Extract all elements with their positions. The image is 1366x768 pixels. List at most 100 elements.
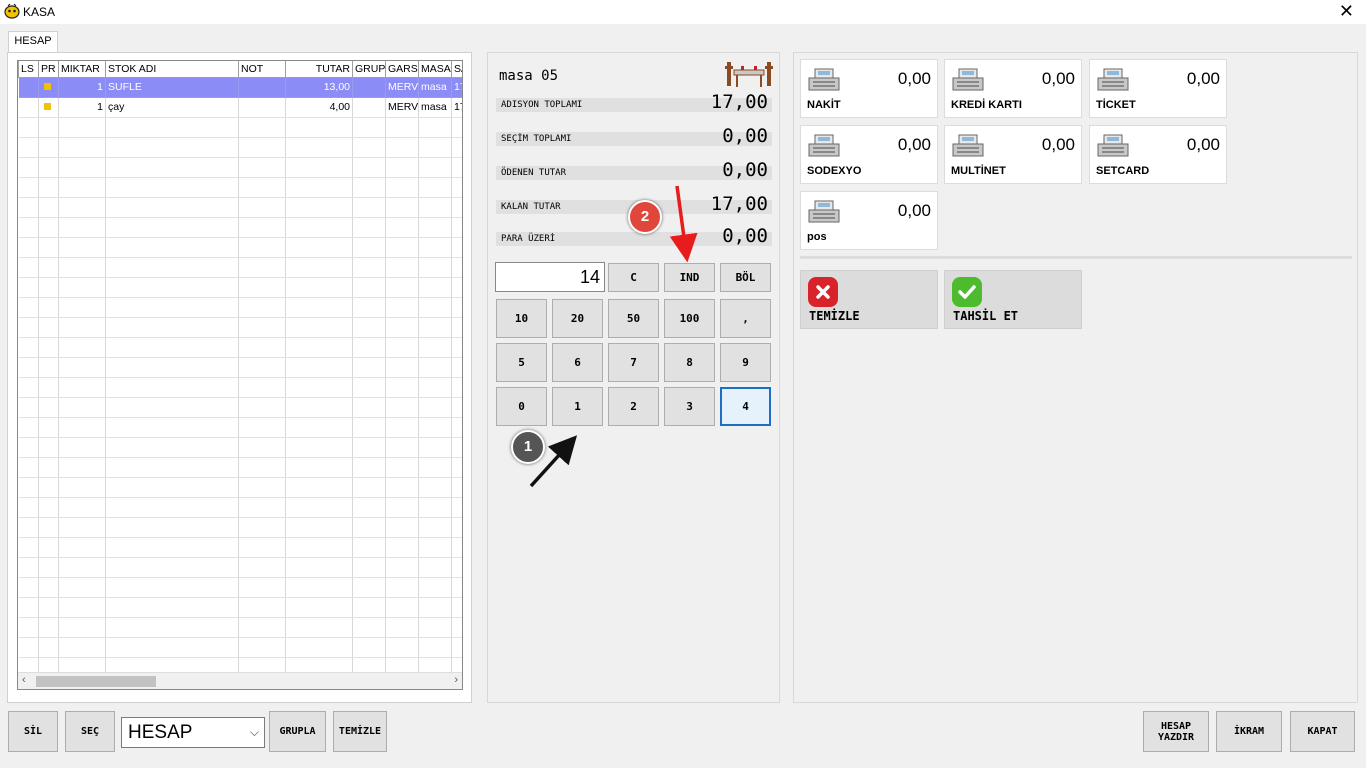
keypad-0-button[interactable]: 0 [496,387,547,426]
empty-table-row [18,597,462,618]
payment-ticket-button[interactable]: 0,00 TİCKET [1089,59,1227,118]
keypad-100-button[interactable]: 100 [664,299,715,338]
summary-value: 0,00 [722,225,768,247]
table-row[interactable]: 1 çay 4,00 MERVI masa 17 [18,97,462,118]
keypad-comma-button[interactable]: , [720,299,771,338]
keypad-1-button[interactable]: 1 [552,387,603,426]
grid-horizontal-scrollbar[interactable]: ‹ › [18,672,462,689]
empty-table-row [18,297,462,318]
delete-button[interactable]: SİL [8,711,58,752]
payment-multinet-button[interactable]: 0,00 MULTİNET [944,125,1082,184]
group-button[interactable]: GRUPLA [269,711,326,752]
keypad-7-button[interactable]: 7 [608,343,659,382]
keypad-10-button[interactable]: 10 [496,299,547,338]
keypad-50-button[interactable]: 50 [608,299,659,338]
cash-register-icon [808,200,840,223]
payment-label: SETCARD [1096,165,1150,177]
print-bill-label-line2: YAZDIR [1157,731,1195,743]
cell-masa: masa [418,77,452,98]
collect-payment-button[interactable]: TAHSİL ET [944,270,1082,329]
payment-amount: 0,00 [1186,69,1220,88]
payment-amount: 0,00 [1041,135,1075,154]
empty-table-row [18,457,462,478]
empty-table-row [18,257,462,278]
cash-register-icon [808,68,840,91]
col-stok-adi[interactable]: STOK ADI [105,61,239,78]
col-gars[interactable]: GARS [385,61,419,78]
cell-gars: MERVI [385,97,419,118]
keypad-6-button[interactable]: 6 [552,343,603,382]
keypad-9-button[interactable]: 9 [720,343,771,382]
amount-input[interactable]: 14 [495,262,605,292]
col-grup[interactable]: GRUP [352,61,386,78]
payment-sodexyo-button[interactable]: 0,00 SODEXYO [800,125,938,184]
cell-not [238,97,286,118]
summary-value: 0,00 [722,159,768,181]
keypad-bol-button[interactable]: BÖL [720,263,771,292]
col-masa[interactable]: MASA [418,61,452,78]
keypad-8-button[interactable]: 8 [664,343,715,382]
col-pr[interactable]: PR [38,61,59,78]
empty-table-row [18,517,462,538]
col-sa[interactable]: SA [451,61,462,78]
cell-stok: çay [105,97,239,118]
tab-hesap[interactable]: HESAP [8,31,58,52]
summary-odenen-tutar: ÖDENEN TUTAR 0,00 [496,159,772,181]
payment-setcard-button[interactable]: 0,00 SETCARD [1089,125,1227,184]
clear-payment-button[interactable]: TEMİZLE [800,270,938,329]
complimentary-button[interactable]: İKRAM [1216,711,1282,752]
payment-pos-button[interactable]: 0,00 pos [800,191,938,250]
cash-register-icon [952,68,984,91]
print-bill-label-line1: HESAP [1160,720,1192,732]
window-title: KASA [23,5,56,19]
cell-tutar: 13,00 [285,77,353,98]
account-select[interactable]: HESAP ⌵ [121,717,265,748]
table-row[interactable]: 1 SUFLE 13,00 MERVI masa 17 [18,77,462,98]
col-miktar[interactable]: MIKTAR [58,61,106,78]
summary-para-uzeri: PARA ÜZERİ 0,00 [496,225,772,247]
empty-table-row [18,277,462,298]
empty-table-row [18,137,462,158]
keypad-4-button[interactable]: 4 [720,387,771,426]
select-button[interactable]: SEÇ [65,711,115,752]
cell-tutar: 4,00 [285,97,353,118]
col-ls[interactable]: LS [18,61,39,78]
cell-grup [352,97,386,118]
payment-label: pos [807,231,827,243]
payment-kredi-karti-button[interactable]: 0,00 KREDİ KARTI [944,59,1082,118]
keypad-2-button[interactable]: 2 [608,387,659,426]
cell-gars: MERVI [385,77,419,98]
empty-table-row [18,357,462,378]
order-grid[interactable]: LS PR MIKTAR STOK ADI NOT TUTAR GRUP GAR… [17,60,463,690]
cash-register-icon [1097,68,1129,91]
clear-label: TEMİZLE [809,309,860,323]
keypad-clear-button[interactable]: C [608,263,659,292]
scroll-right-icon[interactable]: › [454,674,458,686]
scroll-thumb[interactable] [36,676,156,687]
scroll-left-icon[interactable]: ‹ [22,674,26,686]
chevron-down-icon[interactable]: ⌵ [250,718,259,747]
payment-nakit-button[interactable]: 0,00 NAKİT [800,59,938,118]
empty-table-row [18,377,462,398]
clear-button[interactable]: TEMİZLE [333,711,387,752]
col-not[interactable]: NOT [238,61,286,78]
cash-register-icon [808,134,840,157]
close-icon[interactable]: ✕ [1339,1,1354,21]
col-tutar[interactable]: TUTAR [285,61,353,78]
payment-amount: 0,00 [897,201,931,220]
empty-table-row [18,397,462,418]
close-window-button[interactable]: KAPAT [1290,711,1355,752]
summary-secim-toplami: SEÇİM TOPLAMI 0,00 [496,125,772,147]
empty-table-row [18,497,462,518]
payment-amount: 0,00 [1041,69,1075,88]
cell-not [238,77,286,98]
print-bill-button[interactable]: HESAP YAZDIR [1143,711,1209,752]
payment-amount: 0,00 [1186,135,1220,154]
summary-value: 17,00 [710,91,768,113]
keypad-ind-button[interactable]: IND [664,263,715,292]
keypad-20-button[interactable]: 20 [552,299,603,338]
annotation-badge-2: 2 [628,200,662,234]
keypad-5-button[interactable]: 5 [496,343,547,382]
keypad-3-button[interactable]: 3 [664,387,715,426]
empty-table-row [18,117,462,138]
